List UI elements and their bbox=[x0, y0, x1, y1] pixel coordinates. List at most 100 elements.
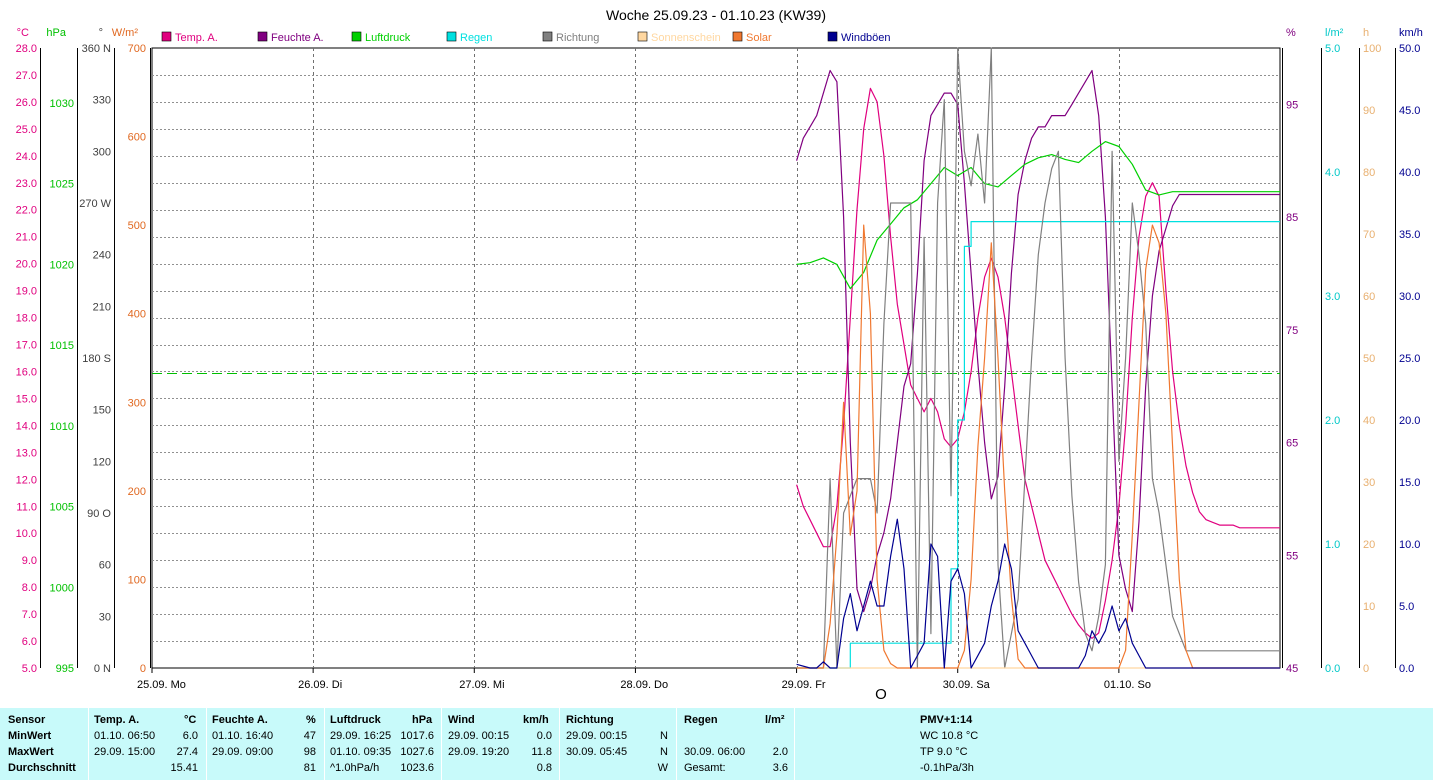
tick-label-temp: 18.0 bbox=[16, 313, 37, 325]
tick-label-temp: 15.0 bbox=[16, 393, 37, 405]
tick-label-rain: 2.0 bbox=[1325, 415, 1340, 427]
stats-min-dir-val: N bbox=[660, 730, 668, 742]
tick-label-solar: 300 bbox=[128, 397, 146, 409]
axis-header-rain: l/m² bbox=[1325, 27, 1344, 39]
stats-max-dir-time: 30.09. 05:45 bbox=[566, 746, 628, 758]
tick-label-direction: 360 N bbox=[82, 43, 111, 55]
legend-label: Temp. A. bbox=[175, 32, 218, 44]
tick-label-humidity: 55 bbox=[1286, 550, 1298, 562]
series-line-solar bbox=[796, 224, 1280, 669]
tick-label-temp: 24.0 bbox=[16, 151, 37, 163]
stats-avg-press-val: 1023.6 bbox=[400, 762, 434, 774]
legend: Temp. A. Feuchte A. Luftdruck Regen Richtung… bbox=[161, 31, 891, 44]
tick-label-sunshine: 90 bbox=[1363, 105, 1375, 117]
axes: 25.09. Mo 26.09. Di 27.09. Mi 28.09. Do 29.0… bbox=[16, 27, 1423, 691]
axis-header-direction: ° bbox=[99, 27, 103, 39]
tick-label-wind: 5.0 bbox=[1399, 601, 1414, 613]
tick-label-solar: 700 bbox=[128, 43, 146, 55]
stats-press-unit: hPa bbox=[412, 714, 433, 726]
tick-label-rain: 0.0 bbox=[1325, 663, 1340, 675]
tick-label-sunshine: 60 bbox=[1363, 291, 1375, 303]
series-line-feuchte-a- bbox=[796, 69, 1280, 613]
tick-label-rain: 5.0 bbox=[1325, 43, 1340, 55]
axis-header-temp: °C bbox=[17, 27, 29, 39]
legend-swatch bbox=[161, 31, 172, 42]
stats-max-dir-val: N bbox=[660, 746, 668, 758]
stats-min-wind-time: 29.09. 00:15 bbox=[448, 730, 510, 742]
legend-swatch bbox=[257, 31, 268, 42]
tick-label-temp: 19.0 bbox=[16, 286, 37, 298]
tick-label-solar: 400 bbox=[128, 309, 146, 321]
stats-min-press-val: 1017.6 bbox=[400, 730, 434, 742]
tick-label-wind: 35.0 bbox=[1399, 229, 1420, 241]
stats-min-dir-time: 29.09. 00:15 bbox=[566, 730, 628, 742]
tick-label-solar: 500 bbox=[128, 220, 146, 232]
stats-pmv-header: PMV+1:14 bbox=[920, 714, 973, 726]
legend-label: Regen bbox=[460, 32, 492, 44]
stats-max-rain-val: 2.0 bbox=[772, 746, 788, 758]
stats-temp-header: Temp. A. bbox=[94, 714, 140, 726]
tick-label-pressure: 1005 bbox=[50, 502, 74, 514]
x-tick-label: 30.09. Sa bbox=[943, 679, 991, 691]
stats-min-pmv: WC 10.8 °C bbox=[920, 730, 979, 742]
chart-title: Woche 25.09.23 - 01.10.23 (KW39) bbox=[606, 7, 826, 23]
weather-chart: 25.09. Mo 26.09. Di 27.09. Mi 28.09. Do 29.0… bbox=[16, 7, 1423, 703]
stats-min-hum-val: 47 bbox=[303, 730, 316, 742]
tick-label-wind: 45.0 bbox=[1399, 105, 1420, 117]
tick-label-temp: 16.0 bbox=[16, 366, 37, 378]
axis-header-wind: km/h bbox=[1399, 27, 1423, 39]
tick-label-direction: 0 N bbox=[94, 663, 111, 675]
stats-max-hum-time: 29.09. 09:00 bbox=[212, 746, 274, 758]
tick-label-humidity: 45 bbox=[1286, 663, 1298, 675]
tick-label-temp: 23.0 bbox=[16, 178, 37, 190]
statistics-table: Sensor Temp. A. °C Feuchte A. % Luftdruc… bbox=[0, 708, 1433, 780]
tick-label-wind: 50.0 bbox=[1399, 43, 1420, 55]
tick-label-temp: 13.0 bbox=[16, 447, 37, 459]
tick-label-solar: 600 bbox=[128, 132, 146, 144]
stats-press-header: Luftdruck bbox=[330, 714, 381, 726]
stats-min-temp-time: 01.10. 06:50 bbox=[94, 730, 156, 742]
stats-min-row: MinWert 01.10. 06:50 6.0 01.10. 16:40 47… bbox=[0, 728, 1433, 744]
tick-label-temp: 25.0 bbox=[16, 124, 37, 136]
axis-header-pressure: hPa bbox=[46, 27, 66, 39]
tick-label-sunshine: 20 bbox=[1363, 539, 1375, 551]
tick-label-direction: 240 bbox=[93, 250, 111, 262]
tick-label-solar: 100 bbox=[128, 574, 146, 586]
tick-label-temp: 6.0 bbox=[22, 636, 37, 648]
tick-label-sunshine: 0 bbox=[1363, 663, 1369, 675]
stats-avg-rain-val: 3.6 bbox=[772, 762, 788, 774]
series-lines bbox=[796, 47, 1280, 669]
stats-avg-press-trend: ^1.0hPa/h bbox=[330, 762, 380, 774]
stats-avg-wind-val: 0.8 bbox=[536, 762, 552, 774]
tick-label-direction: 300 bbox=[93, 146, 111, 158]
legend-label: Solar bbox=[746, 32, 772, 44]
axis-header-sunshine: h bbox=[1363, 27, 1369, 39]
stats-max-rain-time: 30.09. 06:00 bbox=[684, 746, 746, 758]
tick-label-rain: 1.0 bbox=[1325, 539, 1340, 551]
legend-swatch bbox=[542, 31, 553, 42]
x-tick-label: 26.09. Di bbox=[298, 679, 342, 691]
tick-label-pressure: 1025 bbox=[50, 179, 74, 191]
tick-label-direction: 150 bbox=[93, 405, 111, 417]
tick-label-solar: 0 bbox=[140, 663, 146, 675]
stats-max-hum-val: 98 bbox=[303, 746, 316, 758]
tick-label-temp: 20.0 bbox=[16, 259, 37, 271]
stats-avg-pmv: -0.1hPa/3h bbox=[920, 762, 974, 774]
axis-header-humidity: % bbox=[1286, 27, 1296, 39]
stats-max-press-time: 01.10. 09:35 bbox=[330, 746, 392, 758]
stats-max-row: MaxWert 29.09. 15:00 27.4 29.09. 09:00 9… bbox=[0, 744, 1433, 760]
tick-label-temp: 26.0 bbox=[16, 97, 37, 109]
tick-label-temp: 17.0 bbox=[16, 340, 37, 352]
tick-label-wind: 15.0 bbox=[1399, 477, 1420, 489]
stats-hum-unit: % bbox=[306, 714, 316, 726]
series-line-regen bbox=[796, 221, 1280, 669]
legend-label: Sonnenschein bbox=[651, 32, 721, 44]
tick-label-temp: 10.0 bbox=[16, 528, 37, 540]
series-line-temp-a- bbox=[796, 87, 1280, 639]
stats-max-temp-time: 29.09. 15:00 bbox=[94, 746, 156, 758]
axis-header-solar: W/m² bbox=[112, 27, 139, 39]
tick-label-sunshine: 40 bbox=[1363, 415, 1375, 427]
stats-avg-hum-val: 81 bbox=[303, 762, 316, 774]
stats-rain-header: Regen bbox=[684, 714, 718, 726]
tick-label-sunshine: 10 bbox=[1363, 601, 1375, 613]
